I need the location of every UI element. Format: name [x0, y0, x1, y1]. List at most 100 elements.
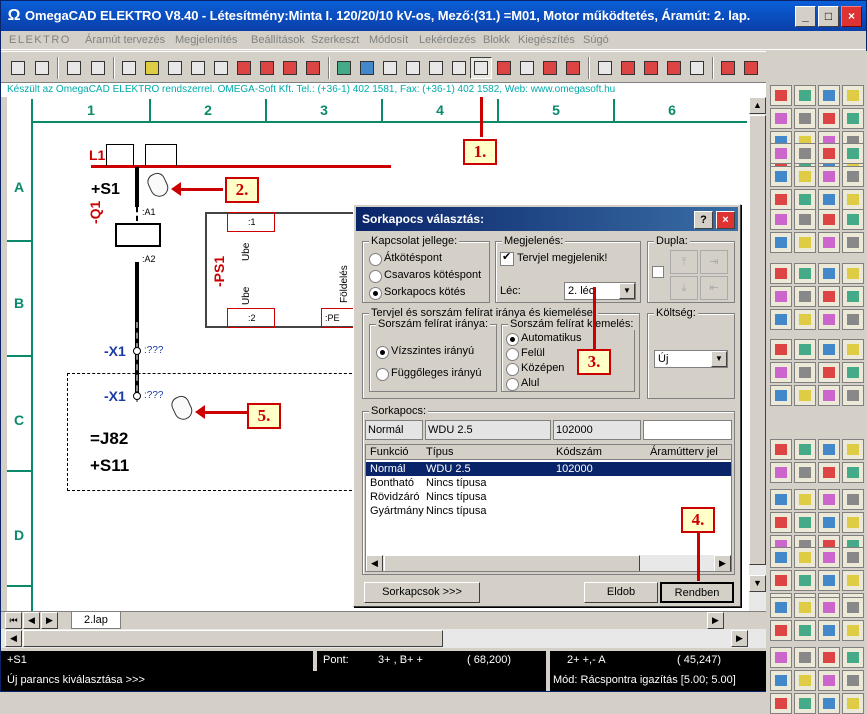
tool-button[interactable]	[842, 570, 864, 591]
sorkapocs-list[interactable]: Funkció Típus Kódszám Áramútterv jel Nor…	[365, 444, 732, 572]
tool-button[interactable]	[794, 620, 816, 641]
header-funkcio[interactable]: Funkció	[370, 446, 409, 458]
tool-button[interactable]	[818, 620, 840, 641]
menu-aramut-tervezes[interactable]: Áramút tervezés	[85, 34, 165, 46]
tool-button[interactable]	[842, 597, 864, 618]
bridge-icon[interactable]	[539, 57, 561, 79]
tool-button[interactable]	[794, 512, 816, 533]
tool-button[interactable]	[842, 286, 864, 307]
tool-button[interactable]	[770, 570, 792, 591]
menu-lekerdezes[interactable]: Lekérdezés	[419, 34, 476, 46]
tool-button[interactable]	[794, 597, 816, 618]
menu-sugo[interactable]: Súgó	[583, 34, 609, 46]
tool-button[interactable]	[842, 166, 864, 187]
radio-fuggoleges[interactable]: Függőleges irányú	[376, 367, 482, 381]
table-row[interactable]: Rövidzáró Nincs típusa	[366, 490, 731, 504]
tool-button[interactable]	[818, 286, 840, 307]
delete-area-icon[interactable]	[663, 57, 685, 79]
tab-scroll-right-icon[interactable]: ▶	[707, 612, 724, 629]
tool-button[interactable]	[770, 209, 792, 230]
tool-button[interactable]	[818, 489, 840, 510]
tool-button[interactable]	[842, 385, 864, 406]
tool-button[interactable]	[842, 693, 864, 714]
tool-button[interactable]	[842, 462, 864, 483]
tool-button[interactable]	[770, 166, 792, 187]
tool-button[interactable]	[794, 439, 816, 460]
radio-sorkapocs-kotes[interactable]: Sorkapocs kötés	[369, 286, 465, 300]
tool-button[interactable]	[818, 85, 840, 106]
radio-automatikus[interactable]: Automatikus	[506, 332, 582, 346]
field-funkcio[interactable]: Normál	[365, 420, 423, 440]
wire-segment[interactable]	[135, 167, 139, 207]
tool-button[interactable]	[794, 647, 816, 668]
tool-button[interactable]	[842, 85, 864, 106]
tool-button[interactable]	[818, 547, 840, 568]
tab-first-icon[interactable]: ⏮	[5, 612, 22, 629]
tool-button[interactable]	[794, 385, 816, 406]
radio-alul[interactable]: Alul	[506, 377, 539, 391]
tool-button[interactable]	[794, 547, 816, 568]
tool-button[interactable]	[842, 489, 864, 510]
redo-icon[interactable]	[87, 57, 109, 79]
tool-button[interactable]	[794, 232, 816, 253]
hscroll-thumb[interactable]	[23, 630, 443, 647]
terminal-b-icon[interactable]	[448, 57, 470, 79]
scroll-up-icon[interactable]: ▲	[749, 97, 766, 114]
help-button[interactable]: ?	[694, 211, 713, 229]
tool-button[interactable]	[818, 670, 840, 691]
chevron-down-icon[interactable]: ▼	[619, 283, 635, 299]
dupla-variant-icon[interactable]: ⤒	[670, 250, 698, 274]
koltseg-select[interactable]: Új ▼	[654, 350, 728, 368]
maximize-button[interactable]: □	[818, 6, 839, 27]
tool-button[interactable]	[842, 512, 864, 533]
scroll-thumb[interactable]	[749, 115, 766, 565]
frame-green-icon[interactable]	[333, 57, 355, 79]
tool-button[interactable]	[770, 597, 792, 618]
tool-button[interactable]	[818, 462, 840, 483]
save-icon[interactable]	[7, 57, 29, 79]
omega-icon[interactable]: Ω	[5, 7, 23, 25]
terminal-icon[interactable]	[425, 57, 447, 79]
radio-csavaros[interactable]: Csavaros kötéspont	[369, 269, 481, 283]
dim-icon[interactable]	[686, 57, 708, 79]
tool-button[interactable]	[794, 209, 816, 230]
dupla-variant-icon[interactable]: ⇤	[700, 276, 728, 300]
radio-felul[interactable]: Felül	[506, 347, 545, 361]
lec-select[interactable]: 2. léc ▼	[564, 282, 636, 300]
tool-button[interactable]	[818, 189, 840, 210]
tool-button[interactable]	[842, 209, 864, 230]
scroll-left-icon[interactable]: ◀	[366, 555, 383, 571]
frame-blue-icon[interactable]	[356, 57, 378, 79]
tool-button[interactable]	[794, 670, 816, 691]
tool-button[interactable]	[770, 108, 792, 129]
tool-button[interactable]	[818, 339, 840, 360]
move-icon[interactable]	[640, 57, 662, 79]
tool-button[interactable]	[842, 670, 864, 691]
tab-prev-icon[interactable]: ◀	[23, 612, 40, 629]
page-grid-icon[interactable]	[279, 57, 301, 79]
tool-button[interactable]	[842, 647, 864, 668]
tool-button[interactable]	[770, 620, 792, 641]
tool-button[interactable]	[818, 439, 840, 460]
tool-button[interactable]	[770, 647, 792, 668]
wire-l1-icon[interactable]	[493, 57, 515, 79]
scroll-left-icon[interactable]: ◀	[5, 630, 22, 647]
tool-button[interactable]	[770, 489, 792, 510]
scroll-right-icon[interactable]: ▶	[714, 555, 731, 571]
tool-button[interactable]	[818, 385, 840, 406]
scroll-down-icon[interactable]: ▼	[749, 575, 766, 592]
list-hscrollbar[interactable]: ◀ ▶	[366, 555, 731, 571]
tool-button[interactable]	[842, 143, 864, 164]
tool-button[interactable]	[794, 143, 816, 164]
tool-button[interactable]	[794, 286, 816, 307]
tool-button[interactable]	[770, 670, 792, 691]
tool-button[interactable]	[842, 309, 864, 330]
tool-button[interactable]	[842, 620, 864, 641]
header-tipus[interactable]: Típus	[426, 446, 454, 458]
cross-point-icon[interactable]	[516, 57, 538, 79]
chevron-down-icon[interactable]: ▼	[711, 351, 727, 367]
tool-button[interactable]	[770, 309, 792, 330]
tool-button[interactable]	[794, 263, 816, 284]
tool-button[interactable]	[770, 189, 792, 210]
tool-button[interactable]	[818, 263, 840, 284]
